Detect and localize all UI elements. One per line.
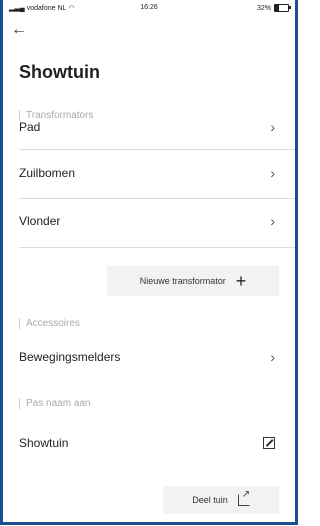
edit-icon[interactable] [263, 437, 275, 449]
list-item-bewegingsmelders[interactable]: Bewegingsmelders › [3, 338, 295, 376]
arrow-left-icon[interactable]: ← [11, 22, 27, 38]
list-item-label: Zuilbomen [19, 166, 76, 180]
new-transformator-label: Nieuwe transformator [139, 276, 226, 286]
battery-icon [274, 4, 291, 12]
share-garden-label: Deel tuin [192, 495, 228, 505]
section-label-rename: Pas naam aan [19, 398, 91, 409]
status-time: 16:26 [140, 4, 158, 11]
section-label-accessoires: Accessoires [19, 318, 80, 329]
phone-screen: ▂▃▄ vodafone NL ◠ 16:26 32% ← Showtuin T… [0, 0, 298, 525]
chevron-right-icon: › [270, 349, 275, 365]
divider [19, 198, 295, 199]
garden-name-value: Showtuin [19, 436, 69, 450]
chevron-right-icon: › [270, 119, 275, 135]
share-icon [237, 489, 250, 506]
list-item-label: Pad [19, 120, 41, 134]
list-item-label: Vlonder [19, 214, 61, 228]
status-right: 32% [256, 4, 291, 12]
chevron-right-icon: › [270, 213, 275, 229]
list-item-label: Bewegingsmelders [19, 350, 121, 364]
page-title: Showtuin [19, 62, 100, 82]
battery-fill [275, 5, 280, 11]
share-garden-button[interactable]: Deel tuin [163, 486, 279, 514]
list-item-zuilbomen[interactable]: Zuilbomen › [3, 154, 295, 192]
battery-percentage: 32% [256, 4, 271, 12]
new-transformator-button[interactable]: Nieuwe transformator + [107, 266, 279, 296]
rename-row[interactable]: Showtuin [3, 424, 295, 462]
list-item-vlonder[interactable]: Vlonder › [3, 202, 295, 240]
plus-icon: + [235, 271, 247, 291]
chevron-right-icon: › [270, 165, 275, 181]
list-item-pad[interactable]: Pad › [3, 108, 295, 146]
divider [19, 247, 295, 248]
divider [19, 149, 295, 150]
status-bar: ▂▃▄ vodafone NL ◠ 16:26 32% [3, 0, 295, 14]
